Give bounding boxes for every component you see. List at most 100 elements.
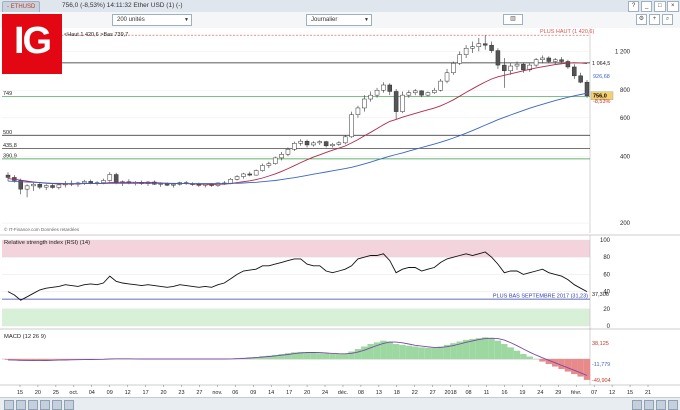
x-tick-label: 20 bbox=[304, 390, 310, 396]
candle-body bbox=[407, 93, 411, 95]
candle-body bbox=[540, 58, 544, 60]
gear-icon[interactable]: ⚙ bbox=[636, 14, 647, 25]
maximize-button[interactable]: □ bbox=[654, 1, 666, 12]
rsi-tick-label: 20 bbox=[603, 307, 610, 313]
candle-body bbox=[337, 143, 341, 144]
x-tick-label: 08 bbox=[466, 390, 472, 396]
zoom-icon[interactable]: ⌕ bbox=[662, 14, 673, 25]
candle-body bbox=[496, 51, 500, 66]
x-tick-label: 04 bbox=[89, 390, 95, 396]
macd-histogram-bar bbox=[323, 354, 329, 359]
macd-histogram-bar bbox=[488, 338, 494, 359]
candlestick-icon[interactable]: ▥ bbox=[503, 14, 523, 25]
rsi-level-label: PLUS BAS SEPTEMBRE 2017 (31,23) bbox=[493, 294, 588, 300]
rsi-tick-label: 80 bbox=[603, 255, 610, 261]
help-button[interactable]: ? bbox=[628, 1, 639, 12]
candle-body bbox=[515, 64, 519, 66]
candle-body bbox=[483, 44, 487, 45]
x-tick-label: nov. bbox=[212, 390, 222, 396]
chart-area[interactable]: 1 2008006004002001 064,5749500435,8390,9… bbox=[0, 28, 680, 397]
macd-histogram-bar bbox=[387, 342, 393, 360]
candle-body bbox=[44, 186, 48, 188]
macd-histogram-bar bbox=[520, 354, 526, 359]
candle-body bbox=[89, 181, 93, 183]
candle-body bbox=[369, 95, 373, 99]
macd-histogram-bar bbox=[49, 359, 55, 360]
macd-histogram-bar bbox=[317, 353, 323, 359]
candle-body bbox=[57, 185, 61, 188]
close-button[interactable]: × bbox=[667, 1, 679, 12]
period-select[interactable]: Journalier▼ bbox=[306, 14, 372, 26]
candle-body bbox=[413, 91, 417, 93]
price-panel: 1 2008006004002001 064,5749500435,8390,9… bbox=[0, 28, 680, 233]
bottom-toolbar bbox=[0, 397, 680, 410]
candle-body bbox=[286, 149, 290, 154]
macd-histogram-bar bbox=[399, 345, 405, 359]
candle-body bbox=[400, 95, 404, 111]
rsi-oversold-zone bbox=[2, 309, 590, 326]
x-tick-label: 17 bbox=[143, 390, 149, 396]
minimize-button[interactable]: _ bbox=[641, 1, 652, 12]
rsi-tick-label: 100 bbox=[600, 238, 611, 244]
x-tick-label: 27 bbox=[196, 390, 202, 396]
candle-body bbox=[171, 184, 175, 185]
candle-body bbox=[6, 175, 10, 177]
candle-body bbox=[292, 143, 296, 149]
price-tick-label: 600 bbox=[620, 116, 631, 122]
macd-histogram-bar bbox=[329, 354, 335, 359]
candle-body bbox=[566, 61, 570, 66]
copyright-label: © IT-Finance.com Données retardées bbox=[4, 226, 80, 232]
candle-body bbox=[31, 184, 35, 186]
x-tick-label: 20 bbox=[160, 390, 166, 396]
candle-body bbox=[426, 93, 430, 95]
macd-histogram-bar bbox=[476, 338, 482, 359]
candle-body bbox=[572, 67, 576, 76]
candle-body bbox=[330, 144, 334, 145]
level-label: 390,9 bbox=[3, 153, 17, 159]
candle-body bbox=[197, 185, 201, 186]
x-tick-label: 12 bbox=[125, 390, 131, 396]
x-tick-label: 07 bbox=[591, 390, 597, 396]
macd-histogram-bar bbox=[482, 337, 488, 359]
price-tick-label: 400 bbox=[620, 155, 631, 161]
logo-text: IG bbox=[2, 20, 62, 63]
x-tick-label: 12 bbox=[609, 390, 615, 396]
level-label: 500 bbox=[3, 130, 12, 136]
candle-body bbox=[280, 154, 284, 158]
rsi-overbought-zone bbox=[2, 240, 590, 257]
macd-histogram-bar bbox=[304, 352, 310, 359]
x-tick-label: 22 bbox=[412, 390, 418, 396]
x-tick-label: 23 bbox=[178, 390, 184, 396]
candle-body bbox=[420, 91, 424, 95]
window-title: 756,0 (-8,53%) 14:11:32 Ether USD (1) (-… bbox=[62, 1, 183, 11]
chevron-down-icon: ▼ bbox=[364, 15, 369, 25]
candle-body bbox=[101, 180, 105, 182]
candle-body bbox=[305, 141, 309, 145]
macd-histogram-bar bbox=[425, 348, 431, 359]
quantity-select[interactable]: 200 unités▼ bbox=[112, 14, 192, 26]
price-background bbox=[0, 28, 680, 233]
candle-body bbox=[254, 171, 258, 176]
candle-body bbox=[38, 184, 42, 187]
candle-body bbox=[560, 60, 564, 62]
candle-body bbox=[114, 175, 118, 183]
x-tick-label: 29 bbox=[555, 390, 561, 396]
price-right-label: 926,68 bbox=[593, 74, 610, 80]
macd-histogram-bar bbox=[431, 348, 437, 359]
candle-body bbox=[388, 85, 392, 91]
macd-histogram-bar bbox=[310, 353, 316, 359]
level-label: 1 064,5 bbox=[592, 61, 610, 67]
macd-histogram-bar bbox=[584, 359, 590, 380]
plus-haut-label: PLUS HAUT (1 420,6) bbox=[540, 29, 594, 35]
crosshair-icon[interactable]: + bbox=[649, 14, 660, 25]
x-axis: 152025oct.04091217202327nov.060914172024… bbox=[0, 385, 680, 396]
x-tick-label: 06 bbox=[232, 390, 238, 396]
candle-body bbox=[165, 184, 169, 186]
candle-body bbox=[464, 48, 468, 54]
chart-toolbar: 200 unités▼ Journalier▼ ▥ ⚙ + ⌕ bbox=[0, 12, 680, 29]
macd-histogram-bar bbox=[367, 344, 373, 359]
macd-histogram-bar bbox=[514, 351, 520, 359]
candle-body bbox=[248, 174, 252, 175]
candle-body bbox=[356, 108, 360, 115]
candle-body bbox=[547, 58, 551, 61]
